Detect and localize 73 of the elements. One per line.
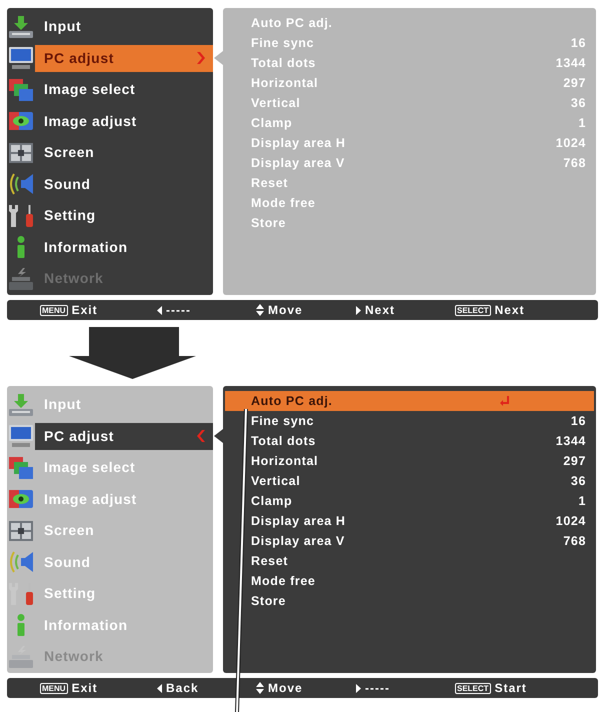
hint-label: Next — [365, 302, 396, 319]
setting-value: 297 — [563, 74, 586, 92]
monitor-icon — [9, 47, 33, 70]
setting-value: 1 — [578, 492, 586, 510]
setting-value: 297 — [563, 452, 586, 470]
grid-icon — [9, 520, 33, 541]
menu-item[interactable]: Sound — [35, 170, 213, 198]
key-cap: MENU — [40, 304, 68, 316]
updown-arrows-icon — [256, 682, 264, 694]
submenu-item[interactable]: Total dots 1344 — [225, 431, 594, 451]
menu-item[interactable]: Information — [35, 234, 213, 261]
chevron-left-icon — [197, 430, 205, 442]
wrench-screwdriver-icon — [9, 204, 33, 227]
setting-value: 1024 — [556, 134, 586, 152]
setting-value: 36 — [570, 472, 586, 490]
stacked-cards-icon — [9, 78, 33, 101]
stack-bolt-icon — [9, 268, 33, 290]
hint-label: ----- — [166, 302, 191, 319]
menu-item[interactable]: Image adjust — [35, 108, 213, 135]
hint-label: ----- — [365, 680, 390, 697]
eye-icon — [9, 490, 33, 508]
stacked-cards-icon — [9, 456, 33, 479]
submenu-item[interactable]: Mode free — [225, 571, 594, 591]
hint-label: Next — [494, 302, 525, 319]
speaker-icon — [9, 173, 33, 196]
setting-value: 1 — [578, 114, 586, 132]
setting-value: 1024 — [556, 512, 586, 530]
setting-value: 1344 — [556, 432, 586, 450]
caret-right-icon — [356, 306, 361, 314]
menu-item[interactable]: Screen — [35, 139, 213, 166]
hint-label: Move — [268, 302, 303, 319]
submenu-item[interactable]: Store — [225, 591, 594, 611]
updown-arrows-icon — [256, 304, 264, 316]
setting-value: 768 — [563, 532, 586, 550]
tray-arrow-icon — [9, 16, 33, 38]
speaker-icon — [9, 551, 33, 574]
caret-left-icon — [157, 684, 162, 692]
stack-bolt-icon — [9, 646, 33, 668]
caret-right-icon — [356, 684, 361, 692]
submenu-item[interactable]: Vertical 36 — [225, 471, 594, 491]
tray-arrow-icon — [9, 394, 33, 416]
setting-value: 768 — [563, 154, 586, 172]
setting-value: 36 — [570, 94, 586, 112]
menu-item[interactable]: Input — [35, 13, 213, 40]
submenu-item[interactable]: Horizontal 297 — [225, 451, 594, 471]
monitor-icon — [9, 425, 33, 448]
menu-item[interactable]: PC adjust — [35, 44, 213, 72]
menu-item[interactable]: Setting — [35, 202, 213, 230]
hint-label: Move — [268, 680, 303, 697]
setting-value: 16 — [570, 412, 586, 430]
enter-icon — [500, 396, 509, 406]
submenu-item[interactable]: Display area V 768 — [225, 531, 594, 551]
key-cap: MENU — [40, 682, 68, 694]
submenu-item[interactable]: Auto PC adj. — [225, 391, 594, 411]
hint-label: Exit — [72, 302, 98, 319]
submenu-item[interactable]: Reset — [225, 551, 594, 571]
submenu-item[interactable]: Display area H 1024 — [225, 511, 594, 531]
key-cap: SELECT — [455, 682, 491, 694]
setting-value: 1344 — [556, 54, 586, 72]
hint-label: Start — [494, 680, 527, 697]
chevron-right-icon — [197, 52, 205, 64]
down-arrow-icon — [69, 327, 196, 379]
setting-value: 16 — [570, 34, 586, 52]
hint-label: Back — [166, 680, 199, 697]
info-icon — [17, 236, 25, 258]
eye-icon — [9, 112, 33, 130]
info-icon — [17, 614, 25, 636]
menu-item[interactable]: Image select — [35, 76, 213, 104]
submenu-item[interactable]: Fine sync 16 — [225, 411, 594, 431]
submenu-item[interactable]: Clamp 1 — [225, 491, 594, 511]
caret-left-icon — [157, 306, 162, 314]
hint-label: Exit — [72, 680, 98, 697]
key-cap: SELECT — [455, 304, 491, 316]
